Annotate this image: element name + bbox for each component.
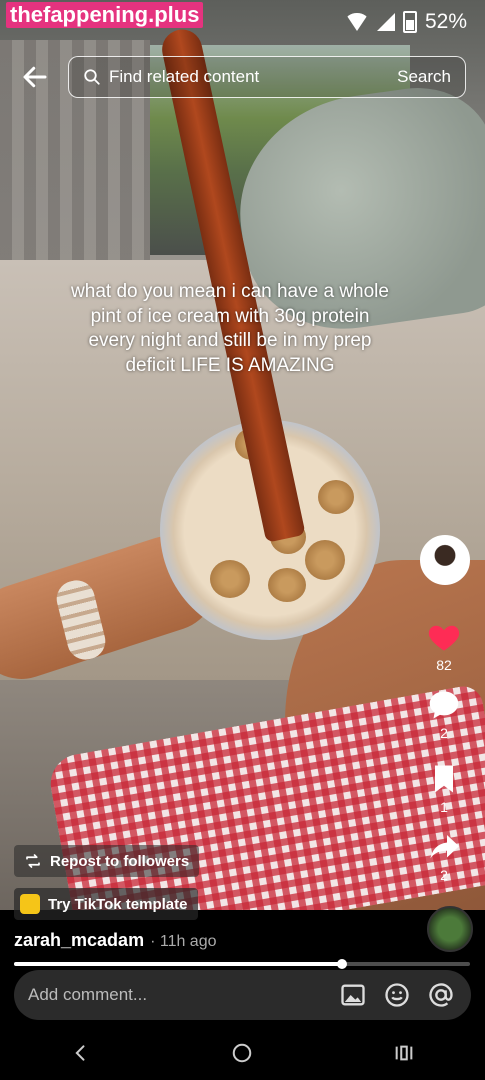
playback-scrubber-handle[interactable] — [337, 959, 348, 969]
video-player[interactable]: what do you mean i can have a whole pint… — [0, 0, 485, 910]
video-frame-cookie — [305, 540, 345, 580]
playback-progress-bar[interactable] — [14, 959, 470, 969]
search-box[interactable]: Find related content Search — [68, 56, 466, 98]
like-count: 82 — [436, 657, 452, 673]
template-label: Try TikTok template — [48, 895, 188, 913]
status-icons: 52% — [344, 10, 467, 34]
image-icon[interactable] — [339, 981, 367, 1009]
like-button[interactable]: 82 — [415, 619, 473, 673]
repost-label: Repost to followers — [50, 852, 190, 870]
comment-button[interactable]: 2 — [415, 687, 473, 741]
comment-bar: Add comment... — [14, 970, 471, 1020]
wifi-icon — [344, 13, 369, 31]
comment-bubble-icon — [429, 691, 459, 719]
system-nav-bar — [0, 1025, 485, 1080]
back-arrow-icon[interactable] — [20, 62, 52, 94]
post-time: · 11h ago — [150, 933, 217, 950]
author-avatar[interactable] — [420, 535, 470, 585]
repost-icon — [26, 854, 40, 868]
playback-progress-fill — [14, 962, 343, 966]
mention-icon[interactable] — [427, 981, 455, 1009]
video-frame-cookie — [318, 480, 354, 514]
music-disc-icon[interactable] — [427, 906, 473, 952]
comment-input[interactable]: Add comment... — [28, 985, 339, 1005]
video-frame-cookie — [268, 568, 306, 602]
watermark: thefappening.plus — [6, 2, 204, 28]
comment-count: 2 — [440, 725, 448, 741]
share-arrow-icon — [430, 835, 459, 859]
bookmark-icon — [435, 765, 453, 793]
author-username[interactable]: zarah_mcadam — [14, 930, 144, 951]
video-frame-cookie — [210, 560, 250, 598]
nav-home-icon[interactable] — [222, 1033, 262, 1073]
search-icon — [84, 69, 100, 85]
signal-icon — [376, 13, 395, 31]
battery-percent: 52% — [424, 10, 467, 33]
heart-icon — [428, 625, 460, 651]
template-icon — [20, 894, 40, 914]
battery-icon — [402, 11, 417, 33]
search-input[interactable]: Find related content — [109, 67, 397, 87]
save-count: 1 — [440, 799, 448, 815]
author-info: zarah_mcadam · 11h ago — [14, 930, 217, 951]
save-button[interactable]: 1 — [415, 761, 473, 815]
emoji-icon[interactable] — [383, 981, 411, 1009]
tiktok-template-button[interactable]: Try TikTok template — [14, 888, 198, 920]
search-button[interactable]: Search — [397, 67, 465, 87]
share-button[interactable]: 2 — [415, 829, 473, 883]
nav-recents-icon[interactable] — [384, 1033, 424, 1073]
share-count: 2 — [440, 867, 448, 883]
nav-back-icon[interactable] — [61, 1033, 101, 1073]
status-bar: thefappening.plus 52% — [0, 0, 485, 46]
top-bar: Find related content Search — [0, 56, 485, 100]
repost-button[interactable]: Repost to followers — [14, 845, 200, 877]
video-caption: what do you mean i can have a whole pint… — [71, 281, 389, 376]
